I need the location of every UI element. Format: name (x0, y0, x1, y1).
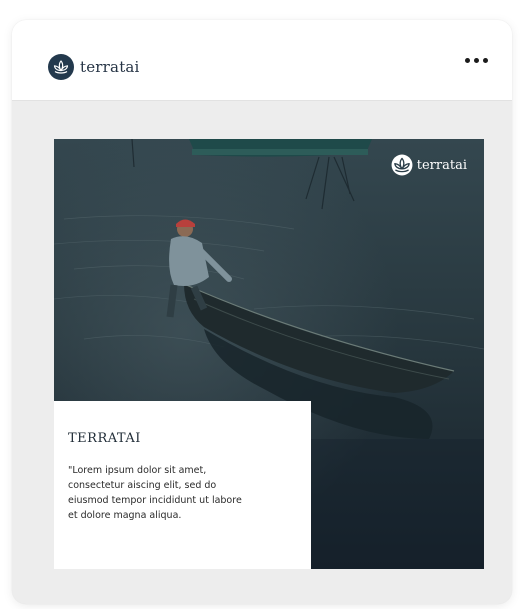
caption-text: "Lorem ipsum dolor sit amet, consectetur… (68, 465, 242, 521)
watermark: terratai (391, 154, 467, 176)
watermark-text: terratai (416, 157, 467, 173)
caption-title: TERRATAI (68, 431, 141, 446)
social-post-card: terratai terratai TERRATAI "Lorem ipsum … (12, 20, 512, 604)
post-image[interactable]: terratai TERRATAI "Lorem ipsum dolor sit… (54, 139, 484, 569)
caption-box: TERRATAI "Lorem ipsum dolor sit amet, co… (54, 401, 311, 569)
lotus-icon (391, 154, 413, 176)
more-horizontal-icon (465, 58, 470, 63)
lotus-icon (48, 54, 74, 80)
more-options-button[interactable] (465, 58, 488, 63)
brand-name: terratai (80, 58, 140, 76)
post-header: terratai (12, 20, 512, 101)
brand[interactable]: terratai (48, 54, 140, 80)
